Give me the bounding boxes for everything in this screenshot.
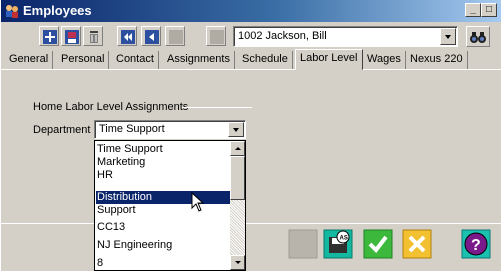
next-record-icon bbox=[169, 30, 183, 44]
list-item[interactable]: HR bbox=[96, 169, 230, 182]
employee-selector[interactable]: 1002 Jackson, Bill bbox=[233, 26, 458, 47]
list-item[interactable]: Support bbox=[96, 204, 230, 217]
list-item[interactable]: CC13 bbox=[96, 221, 230, 234]
scroll-thumb[interactable] bbox=[230, 156, 245, 200]
new-icon bbox=[43, 30, 57, 44]
delete-button[interactable] bbox=[83, 26, 103, 46]
employee-selector-value: 1002 Jackson, Bill bbox=[238, 30, 327, 42]
list-item[interactable]: Time Support bbox=[96, 143, 230, 156]
list-item-highlighted[interactable]: Distribution bbox=[96, 191, 230, 204]
trash-icon bbox=[90, 31, 98, 43]
scroll-down-button[interactable] bbox=[230, 255, 245, 270]
checkmark-icon[interactable] bbox=[363, 229, 393, 259]
dropdown-scrollbar[interactable] bbox=[230, 141, 245, 270]
previous-record-button[interactable] bbox=[141, 26, 161, 46]
tab-wages[interactable]: Wages bbox=[363, 51, 406, 69]
disabled-button-icon[interactable] bbox=[288, 229, 318, 259]
bottom-divider bbox=[1, 223, 501, 224]
next-record-button[interactable] bbox=[165, 26, 185, 46]
chevron-down-icon[interactable] bbox=[440, 28, 456, 45]
tab-nexus-220[interactable]: Nexus 220 bbox=[406, 51, 468, 69]
help-icon[interactable]: ? bbox=[461, 229, 491, 259]
binoculars-icon bbox=[470, 32, 486, 43]
find-button[interactable] bbox=[466, 26, 490, 47]
employees-app-icon bbox=[6, 5, 18, 18]
tab-schedule[interactable]: Schedule bbox=[238, 51, 293, 69]
list-item[interactable]: NJ Engineering bbox=[96, 239, 230, 252]
group-divider bbox=[182, 107, 252, 108]
list-item[interactable]: Marketing bbox=[96, 156, 230, 169]
save-record-button[interactable] bbox=[61, 26, 81, 46]
mouse-cursor-icon bbox=[191, 192, 205, 212]
tab-personal[interactable]: Personal bbox=[57, 51, 110, 69]
group-title: Home Labor Level Assignments bbox=[33, 101, 189, 113]
save-as-icon[interactable]: AS bbox=[323, 229, 353, 259]
maximize-button[interactable]: □ bbox=[481, 3, 497, 17]
tab-divider bbox=[1, 69, 501, 70]
last-record-icon bbox=[210, 30, 224, 44]
cancel-x-icon[interactable] bbox=[402, 229, 432, 259]
title-bar[interactable]: Employees _ □ bbox=[1, 0, 501, 22]
scroll-up-button[interactable] bbox=[230, 141, 245, 156]
tab-labor-level[interactable]: Labor Level bbox=[295, 49, 363, 70]
department-select[interactable]: Time Support bbox=[94, 120, 246, 139]
svg-text:AS: AS bbox=[340, 236, 348, 242]
save-disk-icon bbox=[65, 30, 79, 44]
last-record-button[interactable] bbox=[206, 26, 226, 46]
department-dropdown-list[interactable]: Time Support Marketing HR Distribution S… bbox=[94, 140, 246, 271]
tab-general[interactable]: General bbox=[5, 51, 54, 69]
svg-text:?: ? bbox=[471, 237, 481, 254]
employees-window: Employees _ □ 1002 Jackson, Bill General… bbox=[0, 0, 501, 271]
tab-assignments[interactable]: Assignments bbox=[163, 51, 235, 69]
list-item[interactable]: 8 bbox=[96, 257, 230, 270]
new-button[interactable] bbox=[39, 26, 59, 46]
tab-contact[interactable]: Contact bbox=[112, 51, 159, 69]
department-select-value: Time Support bbox=[99, 123, 165, 135]
previous-record-icon bbox=[145, 30, 159, 44]
window-title: Employees bbox=[23, 3, 92, 18]
minimize-button[interactable]: _ bbox=[465, 3, 481, 17]
tab-strip: General Personal Contact Assignments Sch… bbox=[1, 49, 501, 70]
chevron-down-icon[interactable] bbox=[228, 122, 244, 137]
department-label: Department bbox=[33, 124, 91, 136]
first-record-icon bbox=[121, 30, 135, 44]
first-record-button[interactable] bbox=[117, 26, 137, 46]
